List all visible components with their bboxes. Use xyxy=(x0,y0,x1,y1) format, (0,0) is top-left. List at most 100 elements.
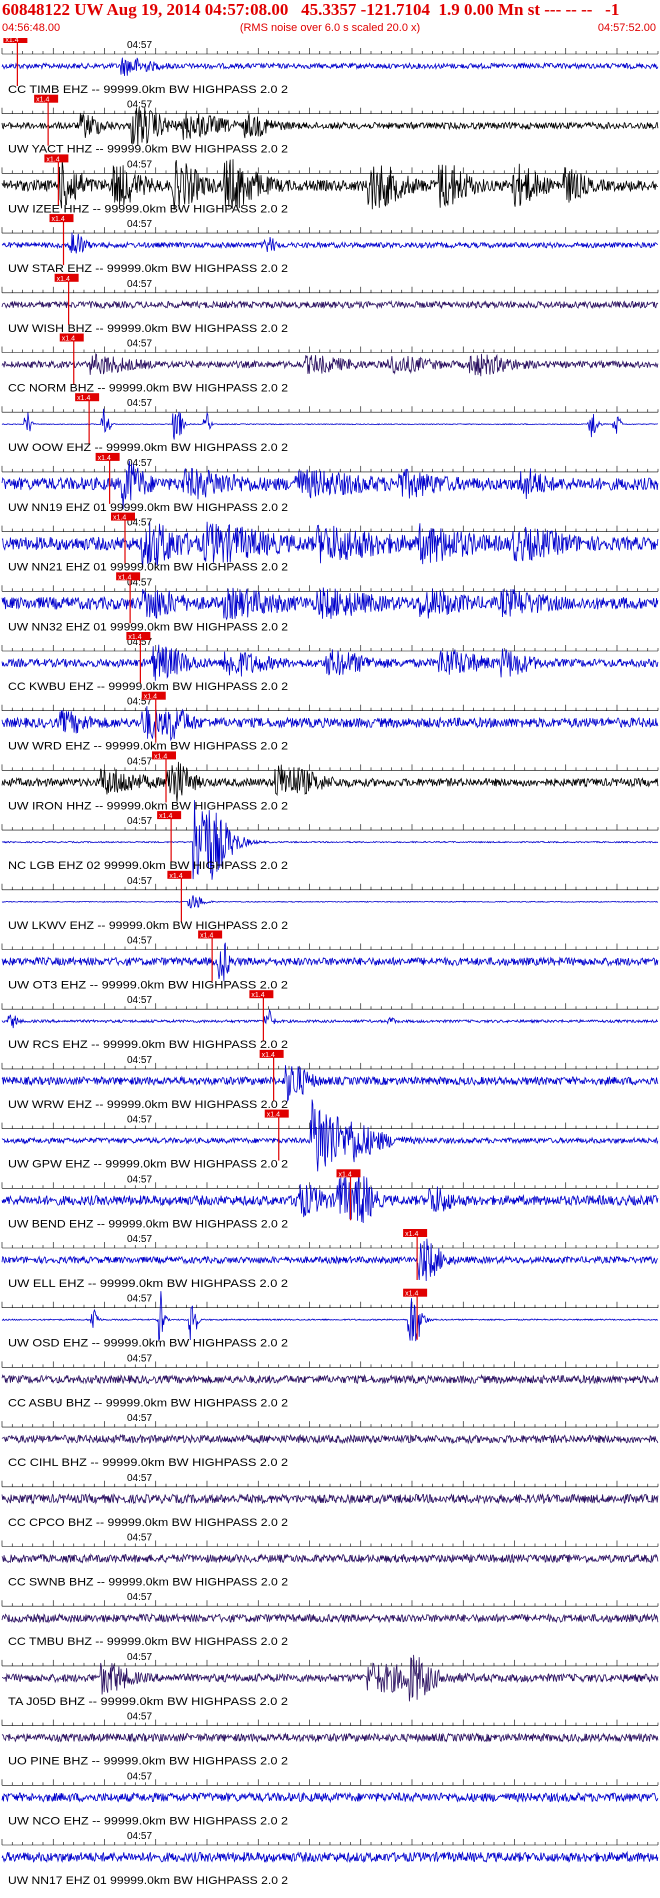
seismogram-plot: 04:57 x1.4 CC TIMB EHZ -- 99999.0km BW HIG… xyxy=(1,38,659,1887)
station-label: UW NN19 EHZ 01 99999.0km BW HIGHPASS 2.0… xyxy=(8,502,288,514)
waveform-trace xyxy=(1,299,659,310)
waveform-trace xyxy=(1,1373,659,1385)
station-label: UW GPW EHZ -- 99999.0km BW HIGHPASS 2.0 … xyxy=(8,1159,288,1171)
pick-label: x1.4 xyxy=(77,395,90,402)
pick-label: x1.4 xyxy=(52,216,65,223)
minute-tick-label: 04:57 xyxy=(127,100,152,111)
record-header: 60848122 UW Aug 19, 2014 04:57:08.00 45.… xyxy=(0,0,660,40)
waveform-trace xyxy=(1,1009,659,1029)
minute-tick-label: 04:57 xyxy=(127,279,152,290)
trace-panel: 04:57 UW NCO EHZ -- 99999.0km BW HIGHPASS… xyxy=(1,1771,659,1827)
trace-panel: 04:57 x1.4 UW OOW EHZ -- 99999.0km BW HIGH… xyxy=(1,393,659,454)
minute-tick-label: 04:57 xyxy=(127,1771,152,1782)
pick-label: x1.4 xyxy=(262,1052,275,1059)
pick-label: x1.4 xyxy=(98,455,111,462)
minute-tick-label: 04:57 xyxy=(127,995,152,1006)
end-time-label: 04:57:52.00 xyxy=(597,22,656,34)
trace-panel: 04:57 CC TMBU BHZ -- 99999.0km BW HIGHPAS… xyxy=(1,1592,659,1648)
waveform-trace xyxy=(1,1850,659,1864)
trace-panel: 04:57 x1.4 UW OT3 EHZ -- 99999.0km BW HIGH… xyxy=(1,930,659,992)
minute-tick-label: 04:57 xyxy=(127,1592,152,1603)
trace-panel: 04:57 UO PINE BHZ -- 99999.0km BW HIGHPAS… xyxy=(1,1712,659,1768)
waveform-trace xyxy=(1,232,659,254)
station-label: CC KWBU EHZ -- 99999.0km BW HIGHPASS 2.0… xyxy=(8,681,288,693)
rms-note: (RMS noise over 6.0 s scaled 20.0 x) xyxy=(239,22,421,34)
station-label: CC CPCO BHZ -- 99999.0km BW HIGHPASS 2.0… xyxy=(8,1517,288,1529)
trace-panel: 04:57 x1.4 CC TIMB EHZ -- 99999.0km BW HIG… xyxy=(1,38,659,96)
station-label: CC ASBU BHZ -- 99999.0km BW HIGHPASS 2.0… xyxy=(8,1397,288,1409)
trace-panel: 04:57 CC SWNB BHZ -- 99999.0km BW HIGHPAS… xyxy=(1,1533,659,1589)
station-label: UO PINE BHZ -- 99999.0km BW HIGHPASS 2.0… xyxy=(8,1756,288,1768)
event-title: 60848122 UW Aug 19, 2014 04:57:08.00 45.… xyxy=(2,0,620,19)
station-label: UW WRD EHZ -- 99999.0km BW HIGHPASS 2.0 … xyxy=(8,741,288,753)
station-label: UW NN21 EHZ 01 99999.0km BW HIGHPASS 2.0… xyxy=(8,562,288,574)
station-label: UW OSD EHZ -- 99999.0km BW HIGHPASS 2.0 … xyxy=(8,1338,288,1350)
pick-label: x1.4 xyxy=(169,873,182,880)
trace-panel: 04:57x1.4UW WRD EHZ -- 99999.0km BW HIGH… xyxy=(1,691,659,753)
minute-tick-label: 04:57 xyxy=(127,159,152,170)
minute-tick-label: 04:57 xyxy=(127,1294,152,1305)
waveform-trace xyxy=(1,1291,659,1342)
station-label: CC SWNB BHZ -- 99999.0km BW HIGHPASS 2.0… xyxy=(8,1577,288,1589)
waveform-trace xyxy=(1,1791,659,1804)
station-label: UW NN32 EHZ 01 99999.0km BW HIGHPASS 2.0… xyxy=(8,621,288,633)
pick-label: x1.4 xyxy=(339,1171,352,1178)
station-label: UW ELL EHZ -- 99999.0km BW HIGHPASS 2.0 … xyxy=(8,1278,288,1290)
trace-panel: 04:57x1.4UW NN32 EHZ 01 99999.0km BW HIG… xyxy=(1,572,659,633)
trace-panel: 04:57 x1.4 UW BEND EHZ -- 99999.0km BW HIG… xyxy=(1,1169,659,1230)
waveform-trace xyxy=(1,1612,659,1624)
trace-panel: 04:57 x1.4 UW LKWV EHZ -- 99999.0km BW HIG… xyxy=(1,870,659,932)
pick-label: x1.4 xyxy=(159,813,172,820)
minute-tick-label: 04:57 xyxy=(127,1533,152,1544)
waveform-trace xyxy=(1,408,659,440)
trace-panel: 04:57x1.4CC KWBU EHZ -- 99999.0km BW HIG… xyxy=(1,632,659,693)
minute-tick-label: 04:57 xyxy=(127,458,152,469)
minute-tick-label: 04:57 xyxy=(127,1712,152,1723)
station-label: CC TIMB EHZ -- 99999.0km BW HIGHPASS 2.0… xyxy=(8,84,288,96)
station-label: UW IRON HHZ -- 99999.0km BW HIGHPASS 2.0… xyxy=(8,800,288,812)
station-label: UW WISH BHZ -- 99999.0km BW HIGHPASS 2.0… xyxy=(8,323,288,335)
waveform-trace xyxy=(1,1433,659,1445)
minute-tick-label: 04:57 xyxy=(127,1115,152,1126)
trace-panel: 04:57x1.4UW NN21 EHZ 01 99999.0km BW HIG… xyxy=(1,512,659,574)
trace-panel: 04:57 CC CPCO BHZ -- 99999.0km BW HIGHPAS… xyxy=(1,1473,659,1529)
minute-tick-label: 04:57 xyxy=(127,816,152,827)
pick-label: x1.4 xyxy=(200,933,213,940)
pick-label: x1.4 xyxy=(251,992,264,999)
pick-label: x1.4 xyxy=(57,276,70,283)
waveform-trace xyxy=(1,1171,659,1224)
waveform-trace xyxy=(1,57,659,77)
station-label: UW NN17 EHZ 01 99999.0km BW HIGHPASS 2.0… xyxy=(8,1875,288,1887)
station-label: NC LGB EHZ 02 99999.0km BW HIGHPASS 2.0 … xyxy=(8,860,288,872)
station-label: UW OT3 EHZ -- 99999.0km BW HIGHPASS 2.0 … xyxy=(8,980,288,992)
station-label: UW WRW EHZ -- 99999.0km BW HIGHPASS 2.0 … xyxy=(8,1099,288,1111)
waveform-trace xyxy=(1,1553,659,1564)
trace-panel: 04:57 x1.4 UW ELL EHZ -- 99999.0km BW HIGH… xyxy=(1,1229,659,1290)
pick-label: x1.4 xyxy=(118,574,131,581)
trace-panel: 04:57 x1.4 UW OSD EHZ -- 99999.0km BW HIGH… xyxy=(1,1288,659,1350)
station-label: UW RCS EHZ -- 99999.0km BW HIGHPASS 2.0 … xyxy=(8,1039,288,1051)
trace-panel: 04:57 x1.4 UW WRW EHZ -- 99999.0km BW HIGH… xyxy=(1,1049,659,1111)
station-label: UW NCO EHZ -- 99999.0km BW HIGHPASS 2.0 … xyxy=(8,1815,288,1827)
trace-panel: 04:57 x1.4 CC NORM BHZ -- 99999.0km BW HIG… xyxy=(1,333,659,395)
station-label: UW OOW EHZ -- 99999.0km BW HIGHPASS 2.0 … xyxy=(8,442,288,454)
station-label: UW LKWV EHZ -- 99999.0km BW HIGHPASS 2.0… xyxy=(8,920,288,932)
trace-panel: 04:57 x1.4 UW STAR EHZ -- 99999.0km BW HIG… xyxy=(1,214,659,275)
minute-tick-label: 04:57 xyxy=(127,339,152,350)
minute-tick-label: 04:57 xyxy=(127,876,152,887)
waveform-trace xyxy=(1,1732,659,1743)
waveform-trace xyxy=(1,1654,659,1702)
waveform-trace xyxy=(1,159,658,210)
waveform-trace xyxy=(1,1065,659,1103)
pick-label: x1.4 xyxy=(62,336,75,343)
pick-label: x1.4 xyxy=(405,1231,418,1238)
minute-tick-label: 04:57 xyxy=(127,1473,152,1484)
trace-panel: 04:57 x1.4 UW WISH BHZ -- 99999.0km BW HIG… xyxy=(1,273,659,335)
trace-panel: 04:57 CC CIHL BHZ -- 99999.0km BW HIGHPAS… xyxy=(1,1413,659,1469)
waveform-trace xyxy=(1,353,659,377)
minute-tick-label: 04:57 xyxy=(127,398,152,409)
pick-label: x1.4 xyxy=(144,694,157,701)
trace-panel: 04:57 x1.4 UW NN19 EHZ 01 99999.0km BW HIG… xyxy=(1,452,659,514)
minute-tick-label: 04:57 xyxy=(127,219,152,230)
pick-label: x1.4 xyxy=(5,38,18,44)
